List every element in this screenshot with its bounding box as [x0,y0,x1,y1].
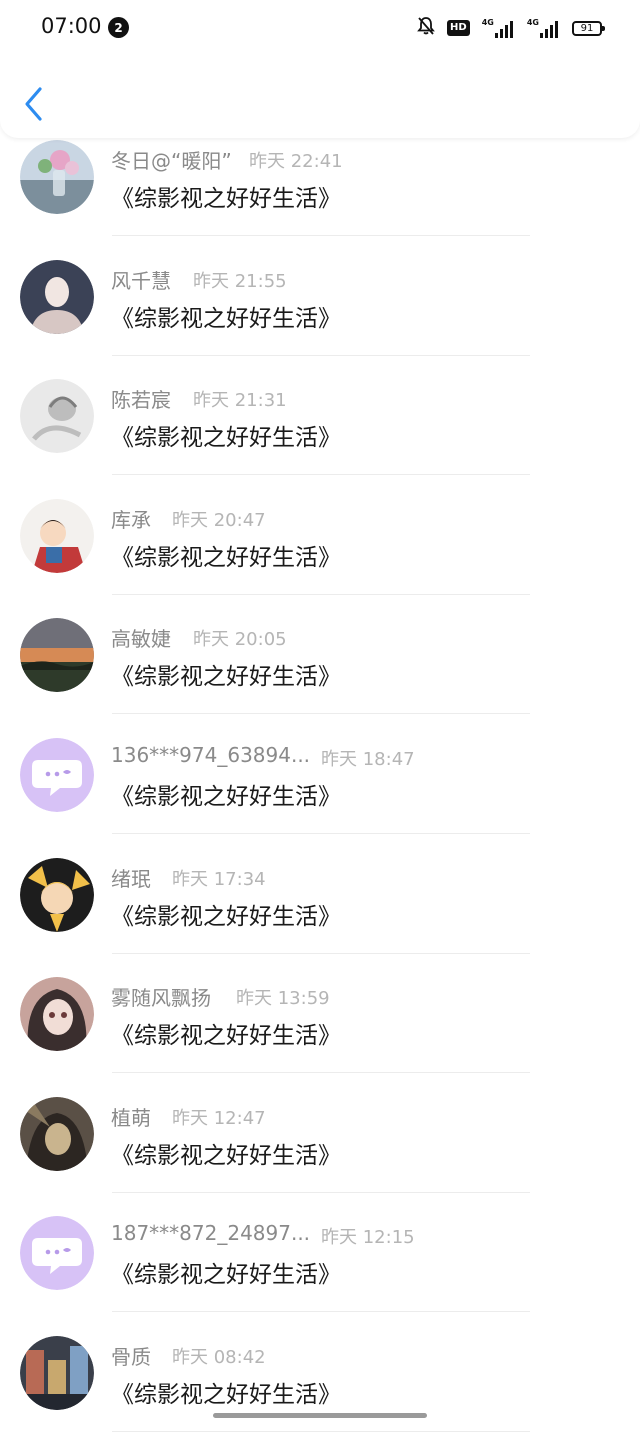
avatar[interactable] [20,1097,94,1171]
message-text: 《综影视之好好生活》 [111,1023,341,1049]
row-divider [112,235,530,236]
avatar[interactable] [20,738,94,812]
message-text: 《综影视之好好生活》 [111,306,341,332]
sender-name[interactable]: 绪珉 [111,863,151,892]
battery-level: 91 [580,22,594,34]
message-time: 昨天 13:59 [236,988,330,1009]
back-button[interactable] [18,84,52,124]
sender-name[interactable]: 陈若宸 [111,384,171,413]
message-time: 昨天 22:41 [249,151,343,172]
row-divider [112,1311,530,1312]
list-item[interactable]: 187***872_24897... 昨天 12:15 《综影视之好好生活》 [0,1213,640,1333]
sender-name[interactable]: 高敏婕 [111,623,171,652]
message-time: 昨天 18:47 [321,749,415,770]
avatar[interactable] [20,1336,94,1410]
signal-sim1-icon: 4G [482,18,515,38]
sender-name[interactable]: 库承 [111,504,151,533]
sim1-network-label: 4G [481,18,494,27]
list-item[interactable]: 库承 昨天 20:47 《综影视之好好生活》 [0,496,640,616]
message-text: 《综影视之好好生活》 [111,1382,341,1408]
sender-name[interactable]: 植萌 [111,1102,151,1131]
row-divider [112,833,530,834]
message-text: 《综影视之好好生活》 [111,664,341,690]
message-time: 昨天 12:15 [321,1227,415,1248]
list-item[interactable]: 陈若宸 昨天 21:31 《综影视之好好生活》 [0,376,640,496]
top-bar: 07:00 2 HD 4G 4G 91 [0,0,640,138]
battery-icon: 91 [572,20,605,36]
status-time: 07:00 [41,14,102,38]
sender-name[interactable]: 雾随风飘扬 [111,982,211,1011]
row-divider [112,1072,530,1073]
notification-count-badge: 2 [108,17,129,38]
hd-network-icon: HD [447,20,470,36]
row-divider [112,594,530,595]
row-divider [112,713,530,714]
avatar[interactable] [20,260,94,334]
sender-name[interactable]: 风千慧 [111,265,171,294]
list-item[interactable]: 风千慧 昨天 21:55 《综影视之好好生活》 [0,257,640,377]
message-time: 昨天 12:47 [172,1108,266,1129]
message-text: 《综影视之好好生活》 [111,545,341,571]
message-text: 《综影视之好好生活》 [111,1262,341,1288]
sim2-network-label: 4G [526,18,539,27]
sender-name[interactable]: 136***974_63894... [111,743,310,767]
message-time: 昨天 08:42 [172,1347,266,1368]
message-text: 《综影视之好好生活》 [111,784,341,810]
message-text: 《综影视之好好生活》 [111,425,341,451]
sender-name[interactable]: 冬日@“暖阳” [111,145,232,174]
avatar[interactable] [20,140,94,214]
list-item[interactable]: 骨质 昨天 08:42 《综影视之好好生活》 [0,1333,640,1453]
row-divider [112,1192,530,1193]
message-time: 昨天 20:47 [172,510,266,531]
list-item[interactable]: 冬日@“暖阳” 昨天 22:41 《综影视之好好生活》 [0,137,640,257]
message-text: 《综影视之好好生活》 [111,1143,341,1169]
message-text: 《综影视之好好生活》 [111,904,341,930]
list-item[interactable]: 136***974_63894... 昨天 18:47 《综影视之好好生活》 [0,735,640,855]
sender-name[interactable]: 187***872_24897... [111,1221,310,1245]
status-bar: 07:00 2 HD 4G 4G 91 [0,0,640,56]
message-time: 昨天 21:55 [193,271,287,292]
list-item[interactable]: 高敏婕 昨天 20:05 《综影视之好好生活》 [0,615,640,735]
status-icons: HD 4G 4G 91 [405,16,605,40]
chevron-left-icon [25,87,42,121]
avatar[interactable] [20,618,94,692]
avatar[interactable] [20,977,94,1051]
home-indicator[interactable] [213,1413,427,1418]
list-item[interactable]: 植萌 昨天 12:47 《综影视之好好生活》 [0,1094,640,1214]
avatar[interactable] [20,1216,94,1290]
list-item[interactable]: 雾随风飘扬 昨天 13:59 《综影视之好好生活》 [0,974,640,1094]
row-divider [112,474,530,475]
avatar[interactable] [20,858,94,932]
sender-name[interactable]: 骨质 [111,1341,151,1370]
signal-sim2-icon: 4G [527,18,560,38]
message-time: 昨天 17:34 [172,869,266,890]
list-item[interactable]: 绪珉 昨天 17:34 《综影视之好好生活》 [0,855,640,975]
avatar[interactable] [20,379,94,453]
message-time: 昨天 20:05 [193,629,287,650]
row-divider [112,355,530,356]
row-divider [112,1431,530,1432]
message-text: 《综影视之好好生活》 [111,186,341,212]
message-time: 昨天 21:31 [193,390,287,411]
bell-off-icon [417,16,435,40]
avatar[interactable] [20,499,94,573]
row-divider [112,953,530,954]
